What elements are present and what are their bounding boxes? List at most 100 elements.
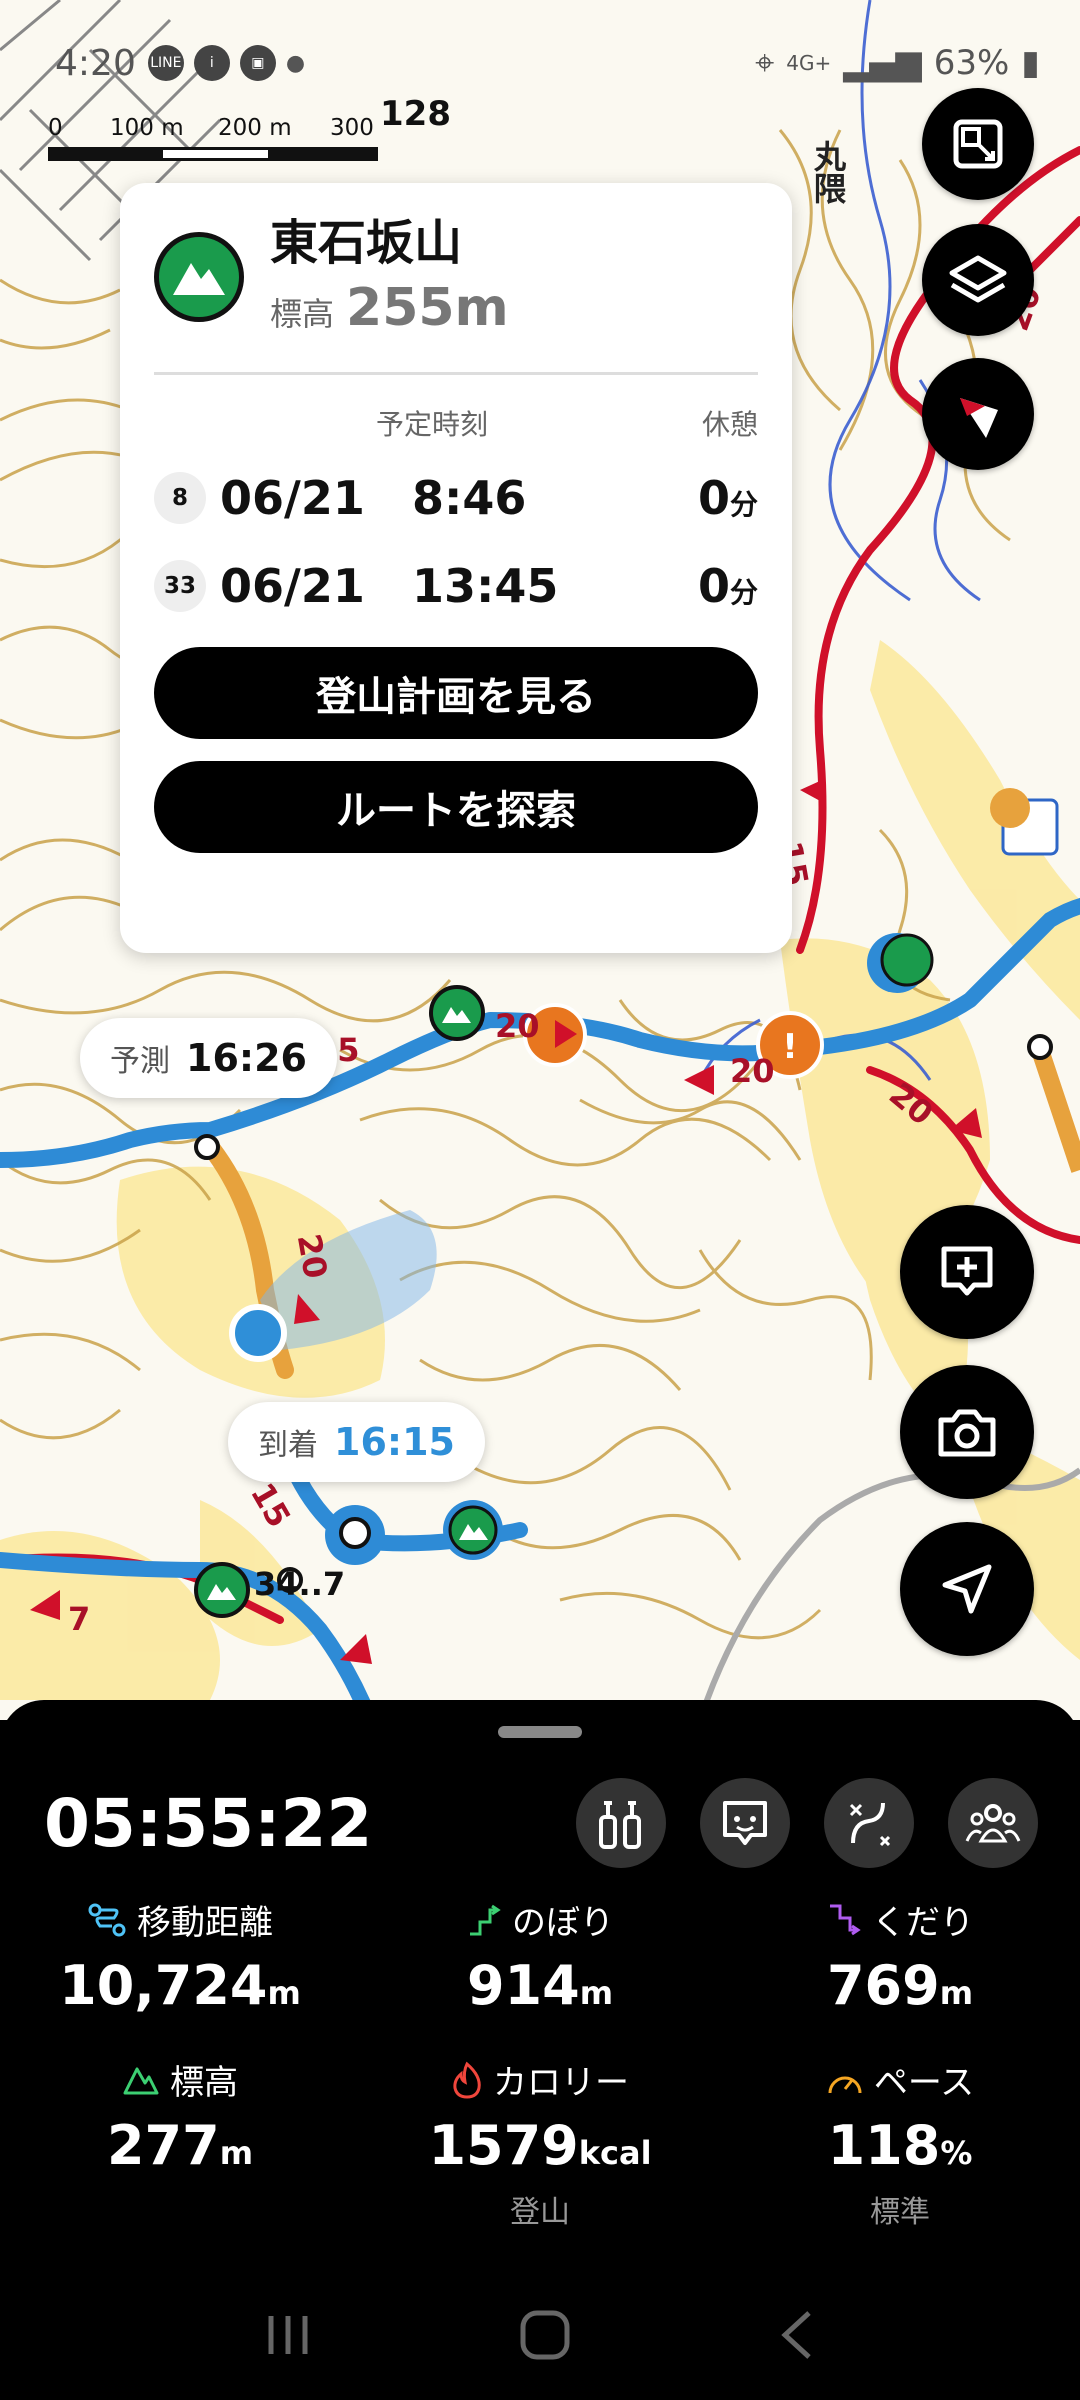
stat-value: 118: [827, 2114, 941, 2177]
schedule-time: 13:45: [412, 558, 559, 613]
stat-unit: %: [940, 2134, 973, 2172]
column-header-rest: 休憩: [701, 407, 758, 441]
arrival-time: 16:15: [334, 1420, 455, 1464]
forecast-pill[interactable]: 予測 16:26: [80, 1018, 337, 1098]
summit-info-card: 東石坂山 標高 255m 予定時刻 休憩 8 06/21 8:46 0分 33 …: [120, 183, 792, 953]
rest-value: 0: [697, 558, 730, 613]
stat-pace: ペース 118% 標準: [720, 2055, 1080, 2231]
system-nav-bar: [0, 2270, 1080, 2400]
group-icon: [965, 1804, 1021, 1843]
stat-label: のぼり: [512, 1903, 614, 1943]
schedule-row: 33 06/21 13:45 0分: [154, 553, 758, 619]
speedometer-icon: [828, 2076, 862, 2093]
distance-icon: [88, 1903, 126, 1936]
fit-screen-button[interactable]: [922, 88, 1034, 200]
info-icon: i: [193, 45, 230, 81]
stat-distance: 移動距離 10,724m: [0, 1895, 360, 2017]
segment-time-label: 20: [730, 1052, 775, 1090]
layers-button[interactable]: [922, 224, 1034, 336]
line-icon: LINE: [147, 45, 184, 81]
altitude-icon: [123, 2067, 159, 2094]
status-bar: 4:20 LINE i ▣ ● ⌖ 4G+ ▂▄▆ 63% ▮: [55, 38, 1040, 88]
stat-unit: m: [219, 2134, 254, 2172]
stat-unit: kcal: [578, 2134, 652, 2172]
stat-unit: m: [267, 1974, 301, 2012]
junction-label: 34..7: [254, 1565, 345, 1603]
stat-calorie: カロリー 1579kcal 登山: [360, 2055, 720, 2231]
stat-descent: くだり 769m: [720, 1895, 1080, 2017]
battery-icon: ▮: [1021, 43, 1040, 83]
flame-icon: [453, 2061, 481, 2099]
memo-button[interactable]: [700, 1778, 790, 1868]
rest-value: 0: [697, 470, 730, 525]
recent-apps-icon[interactable]: [263, 2312, 313, 2358]
add-memo-button[interactable]: [900, 1205, 1034, 1339]
map-scale-bar: 0 100 m 200 m 300 m: [48, 115, 378, 167]
divider: [154, 371, 758, 375]
compass-button[interactable]: [922, 358, 1034, 470]
schedule-time: 8:46: [412, 470, 527, 525]
search-route-button[interactable]: ルートを探索: [154, 760, 758, 853]
stat-label: カロリー: [493, 2063, 629, 2103]
scale-label: 0: [48, 115, 63, 141]
stat-value: 1579: [428, 2114, 579, 2177]
stat-sub: 登山: [510, 2195, 570, 2230]
ascent-icon: [470, 1904, 501, 1935]
current-location-button[interactable]: [900, 1522, 1034, 1656]
stat-label: くだり: [872, 1903, 974, 1943]
add-memo-icon: [941, 1246, 993, 1296]
signal-icon: ▂▄▆: [843, 43, 922, 83]
stat-ascent: のぼり 914m: [360, 1895, 720, 2017]
stat-value: 10,724: [59, 1954, 268, 2017]
location-icon: ⌖: [755, 43, 775, 83]
mountain-icon: [154, 232, 244, 323]
route-icon: [849, 1802, 891, 1847]
checkpoint-number: 33: [154, 559, 206, 612]
stat-value: 277: [106, 2114, 220, 2177]
more-notifications-icon: ●: [285, 50, 306, 76]
activity-panel: 05:55:22 移動距離 10,724m のぼり 914m くだり 769m …: [0, 1700, 1080, 2400]
layers-icon: [949, 255, 1007, 303]
arrival-pill[interactable]: 到着 16:15: [228, 1402, 485, 1482]
segment-time-label: 7: [68, 1600, 90, 1638]
segment-time-label: 15: [243, 1476, 298, 1534]
party-button[interactable]: [948, 1778, 1038, 1868]
camera-button[interactable]: [900, 1365, 1034, 1499]
equipment-icon: [599, 1801, 641, 1849]
stat-sub: 標準: [870, 2195, 930, 2230]
home-icon[interactable]: [519, 2309, 571, 2361]
spot-height-label: 128: [380, 94, 451, 134]
elapsed-timer: 05:55:22: [44, 1785, 373, 1862]
memo-icon: [723, 1801, 767, 1845]
route-button[interactable]: [824, 1778, 914, 1868]
rest-unit: 分: [729, 487, 758, 521]
gear-check-button[interactable]: [576, 1778, 666, 1868]
stat-label: 移動距離: [137, 1903, 273, 1943]
drag-handle[interactable]: [498, 1726, 582, 1738]
schedule-date: 06/21: [220, 558, 365, 613]
network-type: 4G+: [786, 51, 832, 75]
svg-text:!: !: [782, 1027, 798, 1067]
back-icon[interactable]: [777, 2309, 817, 2361]
stat-unit: m: [579, 1974, 614, 2012]
scale-label: 200 m: [218, 115, 292, 141]
camera-icon: [938, 1409, 996, 1457]
segment-time-label: 20: [290, 1231, 335, 1281]
scale-label: 100 m: [110, 115, 184, 141]
arrival-label: 到着: [258, 1428, 318, 1463]
rest-unit: 分: [729, 575, 758, 609]
stat-value: 914: [466, 1954, 580, 2017]
schedule-row: 8 06/21 8:46 0分: [154, 465, 758, 531]
battery-level: 63%: [933, 43, 1010, 83]
view-plan-button[interactable]: 登山計画を見る: [154, 646, 758, 739]
fit-screen-icon: [953, 119, 1003, 169]
status-time: 4:20: [55, 42, 136, 84]
schedule-date: 06/21: [220, 470, 365, 525]
checkpoint-number: 8: [154, 471, 206, 524]
place-label: 丸隈: [809, 140, 847, 205]
segment-time-label: 20: [495, 1007, 540, 1045]
stat-unit: m: [939, 1974, 974, 2012]
stat-label: ペース: [873, 2063, 975, 2103]
elevation-label: 標高: [270, 294, 335, 333]
map-view[interactable]: ! 15 20 20 20 20 20 15 7 15 128 丸隈: [0, 0, 1080, 1720]
